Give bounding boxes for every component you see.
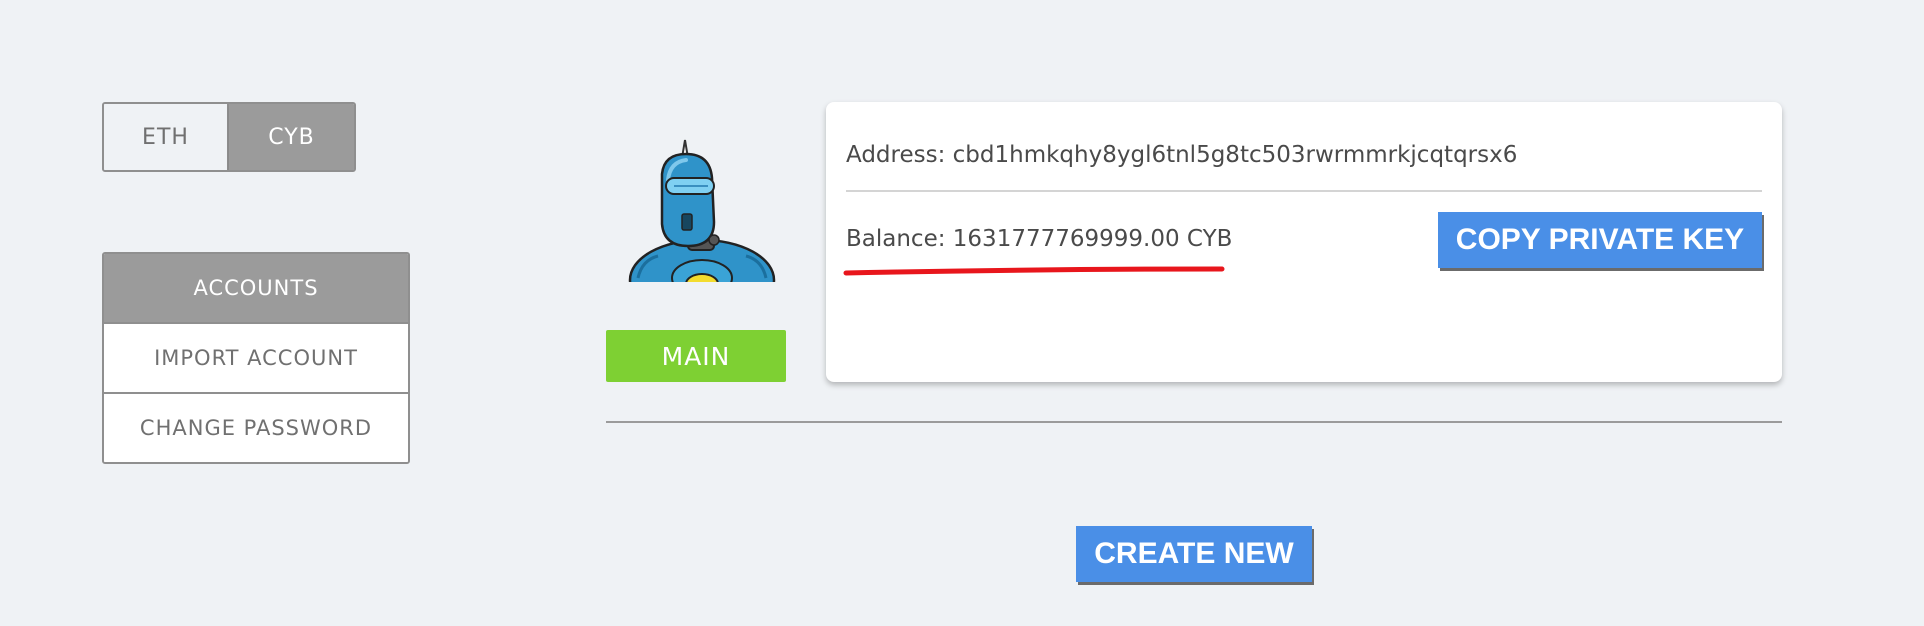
network-cyb-button[interactable]: CYB [229,104,354,170]
red-underline-annotation [843,266,1225,276]
card-divider [846,190,1762,192]
account-card: Address: cbd1hmkqhy8ygl6tnl5g8tc503rwrmm… [826,102,1782,382]
section-divider [606,421,1782,423]
menu-item-change-password[interactable]: CHANGE PASSWORD [104,392,408,462]
side-menu: ACCOUNTS IMPORT ACCOUNT CHANGE PASSWORD [102,252,410,464]
main-account-button[interactable]: MAIN [606,330,786,382]
menu-item-import-account[interactable]: IMPORT ACCOUNT [104,322,408,392]
robot-avatar [628,128,776,282]
menu-item-accounts[interactable]: ACCOUNTS [104,254,408,322]
account-balance: Balance: 1631777769999.00 CYB [846,226,1233,252]
account-address: Address: cbd1hmkqhy8ygl6tnl5g8tc503rwrmm… [846,142,1518,168]
network-eth-button[interactable]: ETH [104,104,229,170]
copy-private-key-button[interactable]: COPY PRIVATE KEY [1438,212,1762,268]
network-toggle: ETH CYB [102,102,356,172]
create-new-button[interactable]: CREATE NEW [1076,526,1312,582]
